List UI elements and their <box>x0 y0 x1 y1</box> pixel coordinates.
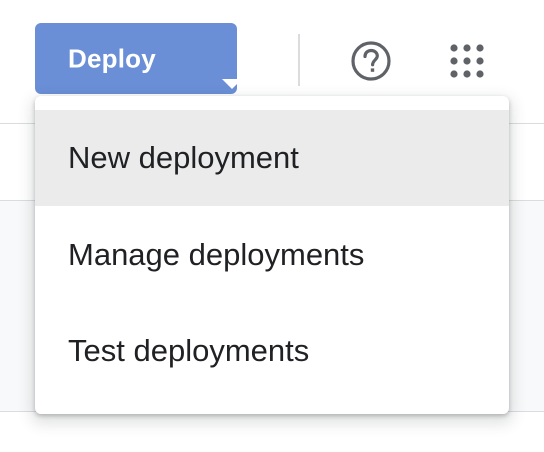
toolbar-divider <box>298 34 300 86</box>
caret-down-icon <box>222 79 242 89</box>
menu-item-label: Test deployments <box>68 333 310 368</box>
menu-item-test-deployments[interactable]: Test deployments <box>35 303 509 399</box>
menu-item-manage-deployments[interactable]: Manage deployments <box>35 207 509 303</box>
help-icon[interactable] <box>350 40 392 82</box>
menu-item-label: New deployment <box>68 140 299 175</box>
apps-grid-icon[interactable] <box>448 42 486 80</box>
menu-item-label: Manage deployments <box>68 237 365 272</box>
app-screen: Deploy New deployment Manage deployments… <box>0 0 544 452</box>
menu-item-new-deployment[interactable]: New deployment <box>35 110 509 206</box>
deploy-button[interactable]: Deploy <box>35 23 242 94</box>
deploy-dropdown-menu: New deployment Manage deployments Test d… <box>35 96 509 414</box>
deploy-button-label: Deploy <box>68 43 156 73</box>
